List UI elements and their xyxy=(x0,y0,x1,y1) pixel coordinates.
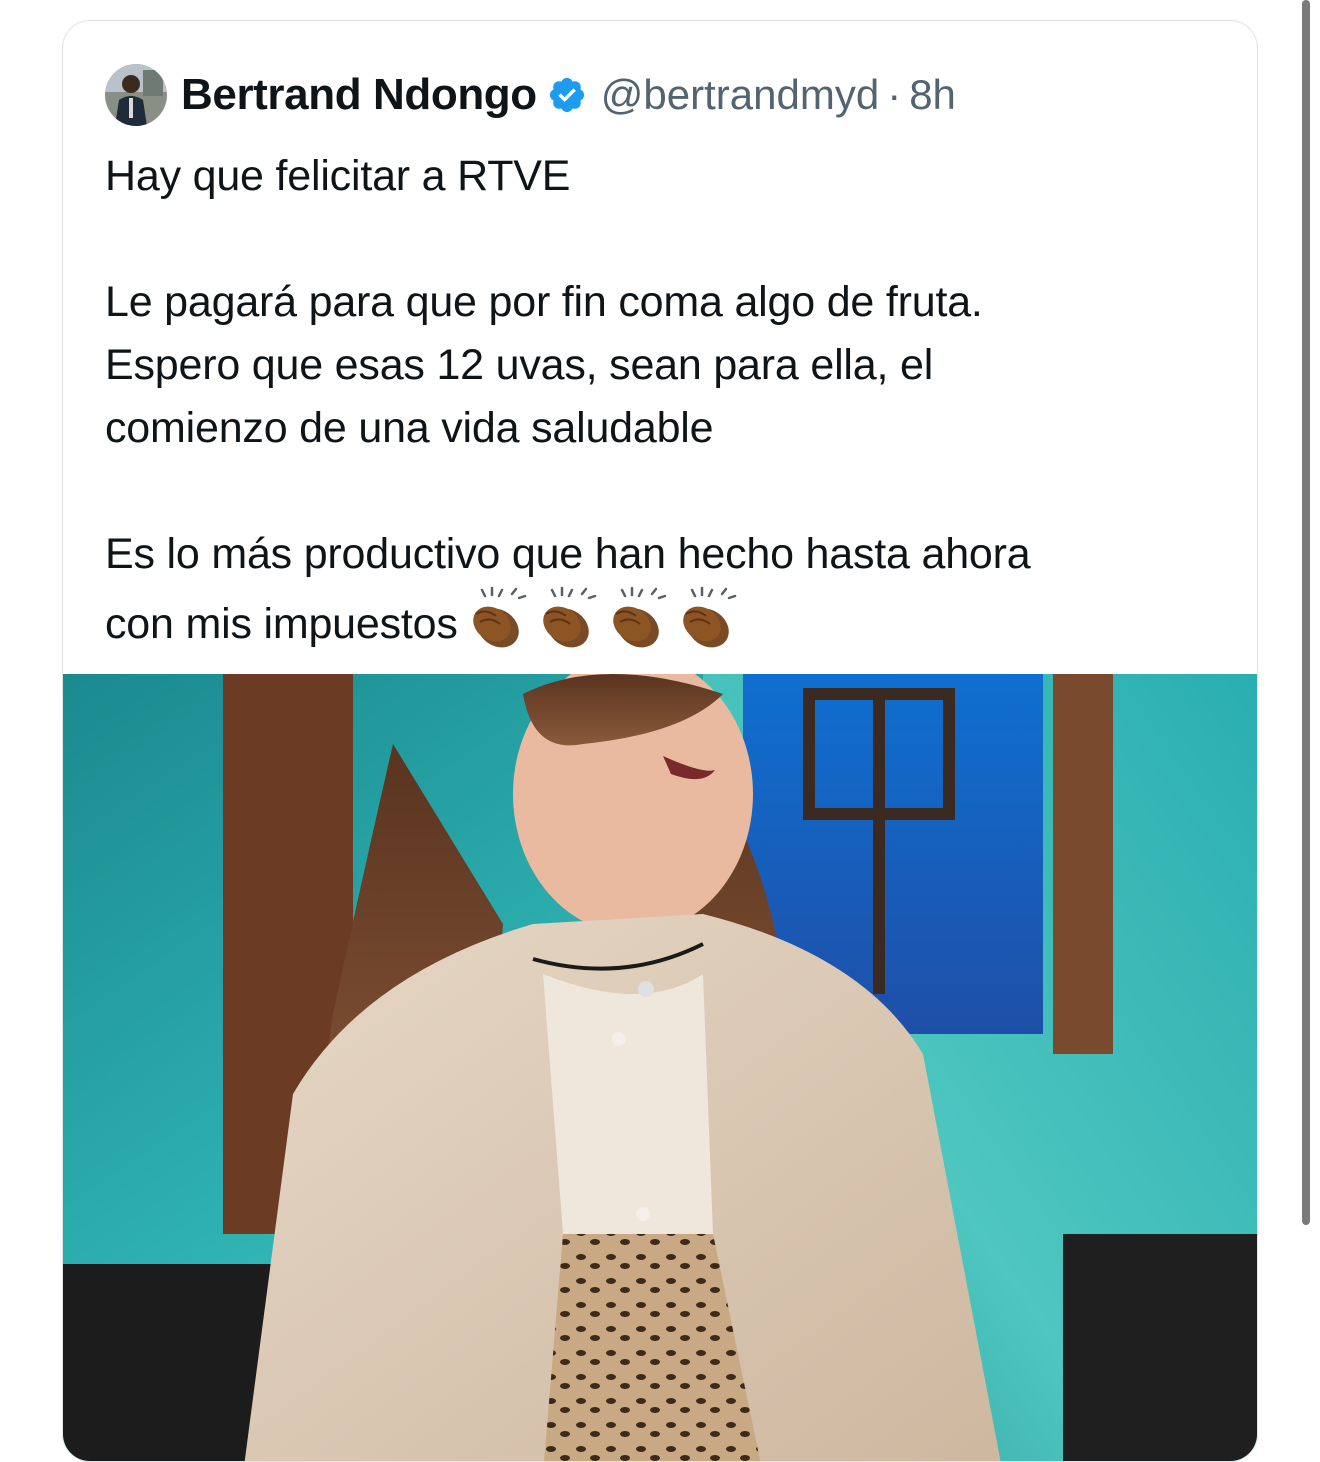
clapping-hands-icon xyxy=(542,586,596,648)
tweet-line-with-emoji: con mis impuestos xyxy=(105,586,1225,656)
tweet-media-photo[interactable] xyxy=(63,674,1257,1461)
tweet-text: Hay que felicitar a RTVE Le pagará para … xyxy=(105,145,1225,656)
tweet-timestamp[interactable]: 8h xyxy=(909,71,956,119)
clapping-hands-icon xyxy=(612,586,666,648)
tweet-line: con mis impuestos xyxy=(105,600,458,648)
verified-badge-icon xyxy=(549,77,584,113)
tweet-card[interactable]: Bertrand Ndongo @bertrandmyd · 8h Hay qu… xyxy=(62,20,1258,1462)
clapping-hands-icon xyxy=(682,586,736,648)
tweet-line: Le pagará para que por fin coma algo de … xyxy=(105,278,983,326)
tweet-line: Es lo más productivo que han hecho hasta… xyxy=(105,530,1031,578)
tweet-line: comienzo de una vida saludable xyxy=(105,404,714,452)
tweet-line: Hay que felicitar a RTVE xyxy=(105,152,571,200)
meta-separator: · xyxy=(887,71,902,118)
author-handle[interactable]: @bertrandmyd xyxy=(601,71,879,119)
tweet-header: Bertrand Ndongo @bertrandmyd · 8h xyxy=(105,63,956,127)
emoji-group xyxy=(462,586,742,652)
author-avatar[interactable] xyxy=(105,64,167,126)
page-scrollbar[interactable] xyxy=(1302,0,1310,1225)
author-name[interactable]: Bertrand Ndongo xyxy=(181,70,537,120)
tweet-line: Espero que esas 12 uvas, sean para ella,… xyxy=(105,341,934,389)
clapping-hands-icon xyxy=(472,586,526,648)
photo-illustration xyxy=(63,674,1257,1461)
